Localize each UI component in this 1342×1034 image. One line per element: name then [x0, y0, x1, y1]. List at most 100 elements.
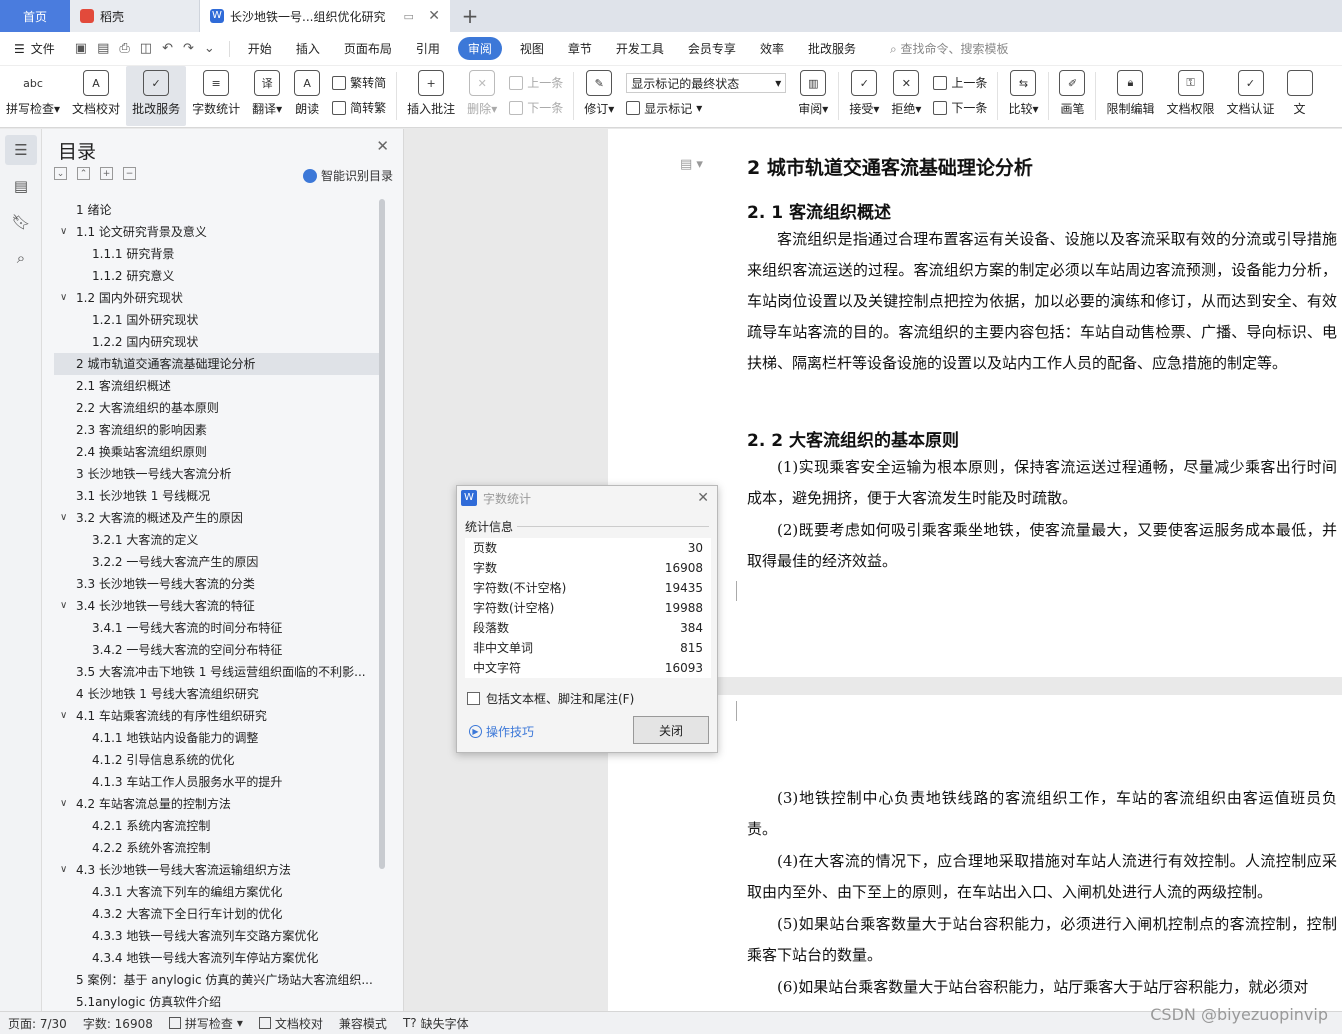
toc-item[interactable]: 4.2.2 系统外客流控制 [54, 837, 380, 859]
toc-item[interactable]: 4.2.1 系统内客流控制 [54, 815, 380, 837]
toc-item[interactable]: 1.1.1 研究背景 [54, 243, 380, 265]
toc-panel-icon[interactable]: ☰ [5, 135, 37, 165]
markup-state-select[interactable]: 显示标记的最终状态 ▾ [626, 73, 787, 94]
toc-item[interactable]: 4.1.1 地铁站内设备能力的调整 [54, 727, 380, 749]
toc-item[interactable]: 3.2.1 大客流的定义 [54, 529, 380, 551]
close-icon[interactable]: ✕ [376, 137, 389, 155]
simp-to-trad-button[interactable]: 简转繁 [332, 99, 386, 116]
accept-button[interactable]: ✓ 接受▾ [843, 66, 885, 126]
toc-item[interactable]: ∨ 4.3 长沙地铁一号线大客流运输组织方法 [54, 859, 380, 881]
menu-references[interactable]: 引用 [404, 40, 452, 57]
document-page[interactable]: (3)地铁控制中心负责地铁线路的客流组织工作，车站的客流组织由客运值班员负责。 … [608, 695, 1342, 1011]
close-button[interactable]: 关闭 [633, 716, 709, 744]
page-indicator[interactable]: 页面: 7/30 [0, 1015, 75, 1032]
toc-item[interactable]: 4 长沙地铁 1 号线大客流组织研究 [54, 683, 380, 705]
word-count-indicator[interactable]: 字数: 16908 [75, 1015, 161, 1032]
toc-item[interactable]: 4.1.3 车站工作人员服务水平的提升 [54, 771, 380, 793]
menu-insert[interactable]: 插入 [284, 40, 332, 57]
close-icon[interactable]: ✕ [697, 490, 709, 506]
print-icon[interactable]: ⎙ [119, 41, 129, 56]
toc-item[interactable]: 1.1.2 研究意义 [54, 265, 380, 287]
translate-button[interactable]: 译 翻译▾ [246, 66, 288, 126]
toc-item[interactable]: 1 绪论 [54, 199, 380, 221]
missing-font-status[interactable]: T? 缺失字体 [395, 1015, 477, 1032]
save-icon[interactable]: ▣ [75, 41, 87, 56]
chapter-nav-icon[interactable]: ▤ [5, 171, 37, 201]
preview-icon[interactable]: ◫ [140, 41, 152, 56]
command-search[interactable]: ⌕ 查找命令、搜索模板 [878, 40, 1021, 57]
export-icon[interactable]: ▤ [97, 41, 109, 56]
chevron-down-icon[interactable]: ∨ [60, 221, 67, 243]
close-tab-icon[interactable]: ✕ [428, 8, 440, 24]
search-icon[interactable]: ⌕ [5, 243, 37, 273]
toc-item[interactable]: ∨ 4.2 车站客流总量的控制方法 [54, 793, 380, 815]
tips-link[interactable]: ▶ 操作技巧 [469, 723, 534, 740]
prev-comment-button[interactable]: 上一条 [509, 74, 563, 91]
chevron-down-icon[interactable]: ∨ [60, 859, 67, 881]
toc-item[interactable]: 4.3.3 地铁一号线大客流列车交路方案优化 [54, 925, 380, 947]
tab-document[interactable]: W 长沙地铁一号...组织优化研究 ▭ ✕ [200, 0, 450, 32]
delete-comment-button[interactable]: ✕ 删除▾ [461, 66, 503, 126]
menu-correction[interactable]: 批改服务 [796, 40, 868, 57]
chevron-down-icon[interactable]: ∨ [60, 507, 67, 529]
correction-service-button[interactable]: ✓ 批改服务 [126, 66, 187, 126]
insert-comment-button[interactable]: + 插入批注 [401, 66, 461, 126]
toc-item[interactable]: 3 长沙地铁一号线大客流分析 [54, 463, 380, 485]
doc-proof-status[interactable]: 文档校对 [251, 1015, 331, 1032]
file-menu[interactable]: ☰ 文件 [0, 40, 67, 57]
toc-item[interactable]: 5.1anylogic 仿真软件介绍 [54, 991, 380, 1013]
doc-permission-button[interactable]: ⚿ 文档权限 [1161, 66, 1221, 126]
undo-icon[interactable]: ↶ [162, 41, 173, 56]
toc-item[interactable]: 3.3 长沙地铁一号线大客流的分类 [54, 573, 380, 595]
review-pane-button[interactable]: ▥ 审阅▾ [792, 66, 834, 126]
toc-item[interactable]: 2 城市轨道交通客流基础理论分析 [54, 353, 380, 375]
toc-item[interactable]: 3.4.2 一号线大客流的空间分布特征 [54, 639, 380, 661]
remove-level-icon[interactable]: − [123, 167, 136, 180]
toc-item[interactable]: 4.3.2 大客流下全日行车计划的优化 [54, 903, 380, 925]
toc-item[interactable]: 5 案例：基于 anylogic 仿真的黄兴广场站大客流组织... [54, 969, 380, 991]
toc-item[interactable]: ∨ 1.2 国内外研究现状 [54, 287, 380, 309]
doc-proof-button[interactable]: A 文档校对 [66, 66, 126, 126]
spell-check-button[interactable]: abc 拼写检查▾ [0, 66, 66, 126]
toc-item[interactable]: 3.4.1 一号线大客流的时间分布特征 [54, 617, 380, 639]
next-comment-button[interactable]: 下一条 [509, 99, 563, 116]
toc-scrollbar[interactable] [379, 199, 385, 869]
doc-cert-button[interactable]: ✓ 文档认证 [1221, 66, 1281, 126]
overflow-ribbon-button[interactable]: 文 [1281, 66, 1319, 126]
collapse-all-icon[interactable]: ⌄ [54, 167, 67, 180]
chevron-down-icon[interactable]: ∨ [60, 287, 67, 309]
dialog-titlebar[interactable]: W 字数统计 ✕ [457, 486, 717, 510]
toc-item[interactable]: ∨ 1.1 论文研究背景及意义 [54, 221, 380, 243]
menu-section[interactable]: 章节 [556, 40, 604, 57]
revise-button[interactable]: ✎ 修订▾ [578, 66, 620, 126]
toc-item[interactable]: 2.3 客流组织的影响因素 [54, 419, 380, 441]
toc-item[interactable]: ∨ 3.4 长沙地铁一号线大客流的特征 [54, 595, 380, 617]
read-aloud-button[interactable]: A 朗读 [288, 66, 326, 126]
compare-button[interactable]: ⇆ 比较▾ [1002, 66, 1044, 126]
add-level-icon[interactable]: + [100, 167, 113, 180]
menu-view[interactable]: 视图 [508, 40, 556, 57]
spell-check-status[interactable]: 拼写检查 ▾ [161, 1015, 251, 1032]
toc-item[interactable]: 1.2.2 国内研究现状 [54, 331, 380, 353]
chevron-down-icon[interactable]: ∨ [60, 595, 67, 617]
word-count-button[interactable]: ≡ 字数统计 [186, 66, 246, 126]
menu-layout[interactable]: 页面布局 [332, 40, 404, 57]
toc-item[interactable]: 2.1 客流组织概述 [54, 375, 380, 397]
prev-revision-button[interactable]: 上一条 [933, 74, 987, 91]
menu-review[interactable]: 审阅 [457, 37, 502, 60]
bookmark-icon[interactable]: 🔖︎ [5, 207, 37, 237]
toc-item[interactable]: ∨ 4.1 车站乘客流线的有序性组织研究 [54, 705, 380, 727]
toc-item[interactable]: 4.1.2 引导信息系统的优化 [54, 749, 380, 771]
chevron-down-icon[interactable]: ∨ [60, 705, 67, 727]
menu-member[interactable]: 会员专享 [676, 40, 748, 57]
window-icon[interactable]: ▭ [403, 10, 413, 23]
expand-all-icon[interactable]: ⌃ [77, 167, 90, 180]
trad-to-simp-button[interactable]: 繁转简 [332, 74, 386, 91]
toc-item[interactable]: ∨ 3.2 大客流的概述及产生的原因 [54, 507, 380, 529]
checkbox[interactable] [467, 692, 480, 705]
next-revision-button[interactable]: 下一条 [933, 99, 987, 116]
menu-home[interactable]: 开始 [236, 40, 284, 57]
smart-toc-button[interactable]: 智能识别目录 [302, 167, 393, 184]
more-icon[interactable]: ⌄ [204, 41, 215, 56]
toc-item[interactable]: 4.3.4 地铁一号线大客流列车停站方案优化 [54, 947, 380, 969]
